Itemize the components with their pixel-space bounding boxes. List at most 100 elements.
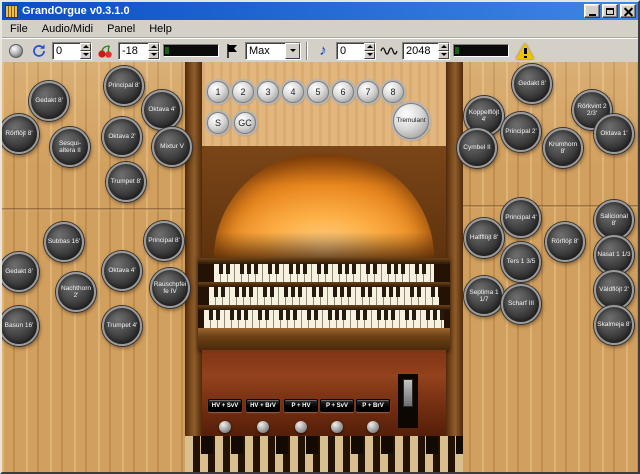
polyphony-button[interactable]	[379, 41, 399, 61]
pedalboard[interactable]	[185, 436, 463, 474]
maximize-button[interactable]	[602, 4, 618, 18]
drawstop[interactable]: Septima 1 1/7	[464, 276, 504, 316]
transpose-up-button[interactable]	[364, 43, 375, 51]
memory-down-button[interactable]	[80, 51, 91, 59]
flag-icon	[225, 43, 239, 59]
piston-general-cancel[interactable]: GC	[234, 112, 256, 134]
coupler-piston[interactable]	[331, 421, 343, 433]
coupler-piston[interactable]	[219, 421, 231, 433]
drawstop[interactable]: Oktava 4'	[102, 251, 142, 291]
memory-value[interactable]: 0	[53, 43, 80, 59]
drawstop[interactable]: Principal 4'	[501, 198, 541, 238]
manual-3-keyboard[interactable]	[214, 264, 434, 282]
keydesk	[198, 258, 450, 350]
transpose-spinner[interactable]: 0	[336, 42, 376, 60]
warning-icon	[516, 43, 534, 59]
release-length-value[interactable]: Max	[246, 43, 285, 59]
coupler-piston[interactable]	[367, 421, 379, 433]
swell-pedal[interactable]	[398, 374, 418, 428]
volume-value[interactable]: -18	[119, 43, 148, 59]
polyphony-spinner[interactable]: 2048	[402, 42, 450, 60]
drawstop[interactable]: Nasat 1 1/3	[594, 235, 634, 275]
drawstop-label: Salicional 8'	[597, 213, 631, 228]
drawstop[interactable]: Sesqui-altera II	[50, 127, 90, 167]
polyphony-up-button[interactable]	[438, 43, 449, 51]
drawstop[interactable]: Skalmeja 8'	[594, 305, 634, 345]
piston-4[interactable]: 4	[282, 81, 304, 103]
drawstop[interactable]: Principal 8'	[144, 221, 184, 261]
manual-2-keyboard[interactable]	[209, 287, 439, 305]
drawstop[interactable]: Cymbel II	[457, 128, 497, 168]
release-dropdown-button[interactable]	[285, 43, 300, 59]
manual-1-keyboard[interactable]	[204, 310, 444, 328]
piston-set[interactable]: S	[207, 112, 229, 134]
coupler-hv-brv[interactable]: HV + BrV	[246, 399, 280, 412]
volume-button[interactable]	[95, 41, 115, 61]
coupler-p-svv[interactable]: P + SvV	[320, 399, 354, 412]
panic-button[interactable]	[6, 41, 26, 61]
coupler-label: HV + SvV	[212, 403, 239, 409]
drawstop[interactable]: Rörflöjt 8'	[2, 114, 39, 154]
polyphony-value[interactable]: 2048	[403, 43, 438, 59]
drawstop-label: Rörflöjt 8'	[548, 238, 582, 245]
coupler-p-brv[interactable]: P + BrV	[356, 399, 390, 412]
drawstop[interactable]: Principal 2'	[501, 112, 541, 152]
drawstop[interactable]: Väldflöjt 2'	[594, 270, 634, 310]
menu-audio-midi[interactable]: Audio/Midi	[35, 21, 100, 37]
menu-panel[interactable]: Panel	[100, 21, 142, 37]
coupler-piston[interactable]	[257, 421, 269, 433]
piston-1[interactable]: 1	[207, 81, 229, 103]
drawstop[interactable]: Oktava 4'	[142, 90, 182, 130]
drawstop[interactable]: Nachthorn 2'	[56, 272, 96, 312]
memory-up-button[interactable]	[80, 43, 91, 51]
drawstop-label: Septima 1 1/7	[467, 289, 501, 304]
drawstop[interactable]: Trumpet 8'	[106, 162, 146, 202]
release-length-select[interactable]: Max	[245, 42, 301, 60]
drawstop[interactable]: Rörflöjt 8'	[545, 222, 585, 262]
drawstop[interactable]: Gedakt 8'	[512, 64, 552, 104]
polyphony-down-button[interactable]	[438, 51, 449, 59]
drawstop[interactable]: Trumpet 4'	[102, 306, 142, 346]
drawstop[interactable]: Mixtur V	[152, 127, 192, 167]
drawstop[interactable]: Salicional 8'	[594, 200, 634, 240]
volume-up-button[interactable]	[148, 43, 159, 51]
coupler-p-hv[interactable]: P + HV	[284, 399, 318, 412]
release-flag-button[interactable]	[222, 41, 242, 61]
drawstop[interactable]: Ters 1 3/5	[501, 242, 541, 282]
memory-spinner[interactable]: 0	[52, 42, 92, 60]
transpose-down-button[interactable]	[364, 51, 375, 59]
piston-5[interactable]: 5	[307, 81, 329, 103]
piston-3[interactable]: 3	[257, 81, 279, 103]
menu-help[interactable]: Help	[142, 21, 179, 37]
drawstop[interactable]: Rauschpfeife IV	[150, 268, 190, 308]
piston-2[interactable]: 2	[232, 81, 254, 103]
piston-label: 1	[215, 87, 220, 97]
drawstop[interactable]: Krumhorn 8'	[543, 128, 583, 168]
transpose-value[interactable]: 0	[337, 43, 364, 59]
volume-down-button[interactable]	[148, 51, 159, 59]
drawstop[interactable]: Oktava 2'	[102, 117, 142, 157]
coupler-piston[interactable]	[295, 421, 307, 433]
swell-shoe[interactable]	[403, 379, 413, 407]
drawstop[interactable]: Principal 8'	[104, 66, 144, 106]
drawstop[interactable]: Gedakt 8'	[2, 252, 39, 292]
transpose-button[interactable]: ♪	[313, 41, 333, 61]
piston-8[interactable]: 8	[382, 81, 404, 103]
reload-button[interactable]	[29, 41, 49, 61]
menu-file[interactable]: File	[3, 21, 35, 37]
drawstop[interactable]: Basun 16'	[2, 306, 39, 346]
drawstop[interactable]: Gedakt 8'	[29, 81, 69, 121]
close-button[interactable]	[620, 4, 636, 18]
coupler-hv-svv[interactable]: HV + SvV	[208, 399, 242, 412]
piston-7[interactable]: 7	[357, 81, 379, 103]
drawstop[interactable]: Subbas 16'	[44, 222, 84, 262]
drawstop-label: Rauschpfeife IV	[153, 281, 187, 296]
drawstop[interactable]: Halfflöjt 8'	[464, 218, 504, 258]
volume-spinner[interactable]: -18	[118, 42, 160, 60]
piston-6[interactable]: 6	[332, 81, 354, 103]
minimize-button[interactable]	[584, 4, 600, 18]
drawstop[interactable]: Oktava 1'	[594, 114, 634, 154]
drawstop[interactable]: Scharf III	[501, 284, 541, 324]
title-bar[interactable]: GrandOrgue v0.3.1.0	[2, 2, 638, 20]
tremulant-button[interactable]: Tremulant	[393, 103, 429, 139]
